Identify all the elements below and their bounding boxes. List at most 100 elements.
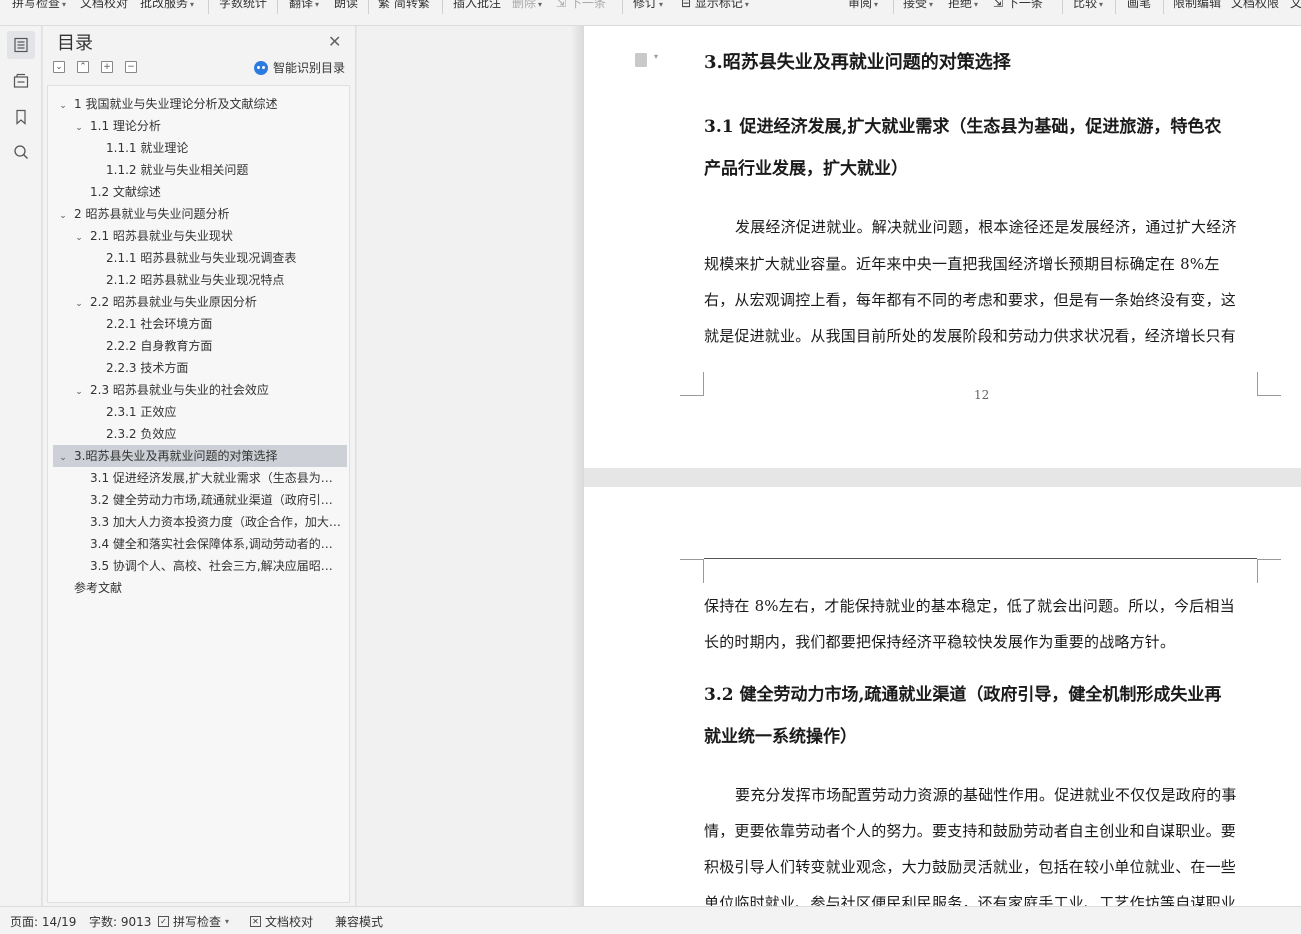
checkbox-icon: ✓ — [158, 916, 169, 927]
accept-label: 接受 — [903, 0, 928, 10]
toc-item[interactable]: 3.5 协调个人、高校、社会三方,解决应届昭苏籍毕业生就业问题 — [53, 555, 347, 577]
compare-label: 比较 — [1073, 0, 1098, 10]
toc-item[interactable]: 1.1.1 就业理论 — [53, 137, 347, 159]
compat-mode-label: 兼容模式 — [335, 915, 384, 929]
toc-item[interactable]: 1.2 文献综述 — [53, 181, 347, 203]
translate-button[interactable]: 翻译 ▾ — [289, 0, 319, 13]
toc-item[interactable]: 参考文献 — [53, 577, 347, 599]
toc-item[interactable]: ⌄ 2.3 昭苏县就业与失业的社会效应 — [53, 379, 347, 401]
read-aloud-label: 朗读 — [334, 0, 359, 10]
toc-item-label: 1.1 理论分析 — [90, 119, 161, 133]
toc-item[interactable]: 3.1 促进经济发展,扩大就业需求（生态县为基础，促进旅游，特色农产品行业发展，… — [53, 467, 347, 489]
body-line: 单位临时就业、参与社区便民利民服务，还有家庭手工业、工艺作坊等自谋职业 — [704, 894, 1237, 906]
toc-panel-button[interactable] — [7, 31, 35, 59]
toc-item-label: 3.1 促进经济发展,扩大就业需求（生态县为基础，促进旅游，特色农产品行业发展，… — [90, 471, 347, 485]
document-permissions-button[interactable]: 文档权限 — [1231, 0, 1279, 13]
document-page[interactable]: ▾ 3.昭苏县失业及再就业问题的对策选择 3.1 促进经济发展,扩大就业需求（生… — [584, 26, 1301, 468]
toc-item[interactable]: 2.2.2 自身教育方面 — [53, 335, 347, 357]
chevron-down-icon[interactable]: ▾ — [654, 52, 658, 61]
toc-list: ⌄ 1 我国就业与失业理论分析及文献综述 ⌄ 1.1 理论分析 1.1.1 就业理论… — [47, 85, 350, 903]
toc-item[interactable]: 2.3.2 负效应 — [53, 423, 347, 445]
chevron-down-icon[interactable]: ⌄ — [58, 447, 68, 467]
chevron-down-icon[interactable]: ⌄ — [58, 95, 68, 115]
overflow-toolbar-button[interactable]: 文 — [1290, 0, 1301, 13]
toc-panel: 目录 ✕ ⌄ ⌃ + − 智能识别目录 ⌄ 1 我国就业与失业理论分析及文献综述 … — [43, 26, 356, 906]
toc-item-label: 2.1 昭苏县就业与失业现状 — [90, 229, 233, 243]
document-page[interactable]: 保持在 8%左右，才能保持就业的基本稳定，低了就会出问题。所以，今后相当 长的时… — [584, 487, 1301, 906]
insert-comment-button[interactable]: 插入批注 — [453, 0, 501, 13]
toc-item-label: 2.1.2 昭苏县就业与失业现况特点 — [106, 273, 285, 287]
collapse-all-icon[interactable]: ⌄ — [53, 61, 65, 73]
toc-item[interactable]: 1.1.2 就业与失业相关问题 — [53, 159, 347, 181]
delete-comment-button[interactable]: 删除 ▾ — [512, 0, 542, 13]
accept-button[interactable]: 接受 ▾ — [903, 0, 933, 13]
search-panel-button[interactable] — [7, 138, 35, 166]
body-line: 发展经济促进就业。解决就业问题，根本途径还是发展经济，通过扩大经济 — [735, 218, 1237, 236]
toc-item-label: 1.1.1 就业理论 — [106, 141, 189, 155]
toc-item[interactable]: 2.1.2 昭苏县就业与失业现况特点 — [53, 269, 347, 291]
chevron-down-icon[interactable]: ⌄ — [74, 293, 84, 313]
word-count-button[interactable]: 字数统计 — [219, 0, 267, 13]
document-area[interactable]: ▾ 3.昭苏县失业及再就业问题的对策选择 3.1 促进经济发展,扩大就业需求（生… — [357, 26, 1301, 906]
toc-item[interactable]: 2.1.1 昭苏县就业与失业现况调查表 — [53, 247, 347, 269]
chevron-down-icon[interactable]: ⌄ — [58, 205, 68, 225]
chevron-down-icon[interactable]: ⌄ — [74, 117, 84, 137]
paragraph-options-icon[interactable] — [635, 53, 647, 67]
reject-button[interactable]: 拒绝 ▾ — [948, 0, 978, 13]
translate-label: 翻译 — [289, 0, 314, 10]
toc-item-label: 2.3 昭苏县就业与失业的社会效应 — [90, 383, 269, 397]
add-heading-icon[interactable]: + — [101, 61, 113, 73]
crop-mark — [680, 559, 704, 583]
page-indicator[interactable]: 页面: 14/19 — [10, 913, 76, 930]
toc-item[interactable]: ⌄ 1.1 理论分析 — [53, 115, 347, 137]
next-comment-button[interactable]: ⇲ 下一条 — [556, 0, 606, 13]
toc-item[interactable]: 3.4 健全和落实社会保障体系,调动劳动者的积极性 — [53, 533, 347, 555]
chapter-nav-button[interactable] — [7, 67, 35, 95]
show-markup-label: 显示标记 — [694, 0, 743, 10]
toc-item[interactable]: ⌄ 2.1 昭苏县就业与失业现状 — [53, 225, 347, 247]
restrict-editing-button[interactable]: 限制编辑 — [1173, 0, 1221, 13]
doc-proofread-button[interactable]: 文档校对 — [80, 0, 128, 13]
page-shadow — [571, 26, 584, 906]
toc-item[interactable]: 2.3.1 正效应 — [53, 401, 347, 423]
compare-button[interactable]: 比较 ▾ — [1073, 0, 1103, 13]
spell-check-button[interactable]: 拼写检查 ▾ — [12, 0, 66, 13]
toc-item[interactable]: 2.2.3 技术方面 — [53, 357, 347, 379]
review-service-button[interactable]: 批改服务 ▾ — [140, 0, 194, 13]
chevron-down-icon[interactable]: ⌄ — [74, 381, 84, 401]
review-pane-button[interactable]: 审阅 ▾ — [848, 0, 878, 13]
chevron-down-icon[interactable]: ⌄ — [74, 227, 84, 247]
expand-up-icon[interactable]: ⌃ — [77, 61, 89, 73]
word-count-indicator-label: 字数: 9013 — [89, 915, 152, 929]
overflow-toolbar-label: 文 — [1290, 0, 1301, 10]
smart-toc-button[interactable]: 智能识别目录 — [254, 59, 345, 76]
toc-item[interactable]: ⌄ 2 昭苏县就业与失业问题分析 — [53, 203, 347, 225]
proofread-status-label: 文档校对 — [265, 915, 314, 929]
body-line: 情，更要依靠劳动者个人的努力。要支持和鼓励劳动者自主创业和自谋职业。要 — [704, 822, 1237, 840]
toc-item[interactable]: 3.3 加大人力资本投资力度（政企合作，加大培训力度） — [53, 511, 347, 533]
header-rule — [704, 558, 1257, 559]
next-change-icon: ⇲ — [993, 0, 1004, 10]
toc-item-label: 2.2.1 社会环境方面 — [106, 317, 213, 331]
doc-proofread-label: 文档校对 — [80, 0, 129, 10]
track-changes-button[interactable]: 修订 ▾ — [633, 0, 663, 13]
bookmark-panel-button[interactable] — [7, 103, 35, 131]
read-aloud-button[interactable]: 朗读 — [334, 0, 358, 13]
toc-item[interactable]: 3.2 健全劳动力市场,疏通就业渠道（政府引导，健全机制形成失业再就业统一系统操… — [53, 489, 347, 511]
close-icon[interactable]: ✕ — [328, 32, 341, 51]
toc-item-label: 1.1.2 就业与失业相关问题 — [106, 163, 249, 177]
pen-button[interactable]: 画笔 — [1127, 0, 1151, 13]
next-change-button[interactable]: ⇲ 下一条 — [993, 0, 1043, 13]
simplified-to-traditional-button[interactable]: 繁 简转繁 — [378, 0, 430, 13]
toolbar-separator — [277, 0, 278, 14]
show-markup-button[interactable]: ⊟ 显示标记 ▾ — [681, 0, 749, 13]
toc-item[interactable]: ⌄ 1 我国就业与失业理论分析及文献综述 — [53, 93, 347, 115]
toc-item-selected[interactable]: ⌄ 3.昭苏县失业及再就业问题的对策选择 — [53, 445, 347, 467]
toc-item[interactable]: ⌄ 2.2 昭苏县就业与失业原因分析 — [53, 291, 347, 313]
remove-heading-icon[interactable]: − — [125, 61, 137, 73]
word-count-indicator[interactable]: 字数: 9013 — [89, 913, 151, 930]
spell-check-status-button[interactable]: ✓ 拼写检查 ▾ — [158, 913, 229, 930]
proofread-status-button[interactable]: ✕ 文档校对 — [250, 913, 313, 930]
spell-check-status-label: 拼写检查 — [173, 915, 222, 929]
toc-item[interactable]: 2.2.1 社会环境方面 — [53, 313, 347, 335]
